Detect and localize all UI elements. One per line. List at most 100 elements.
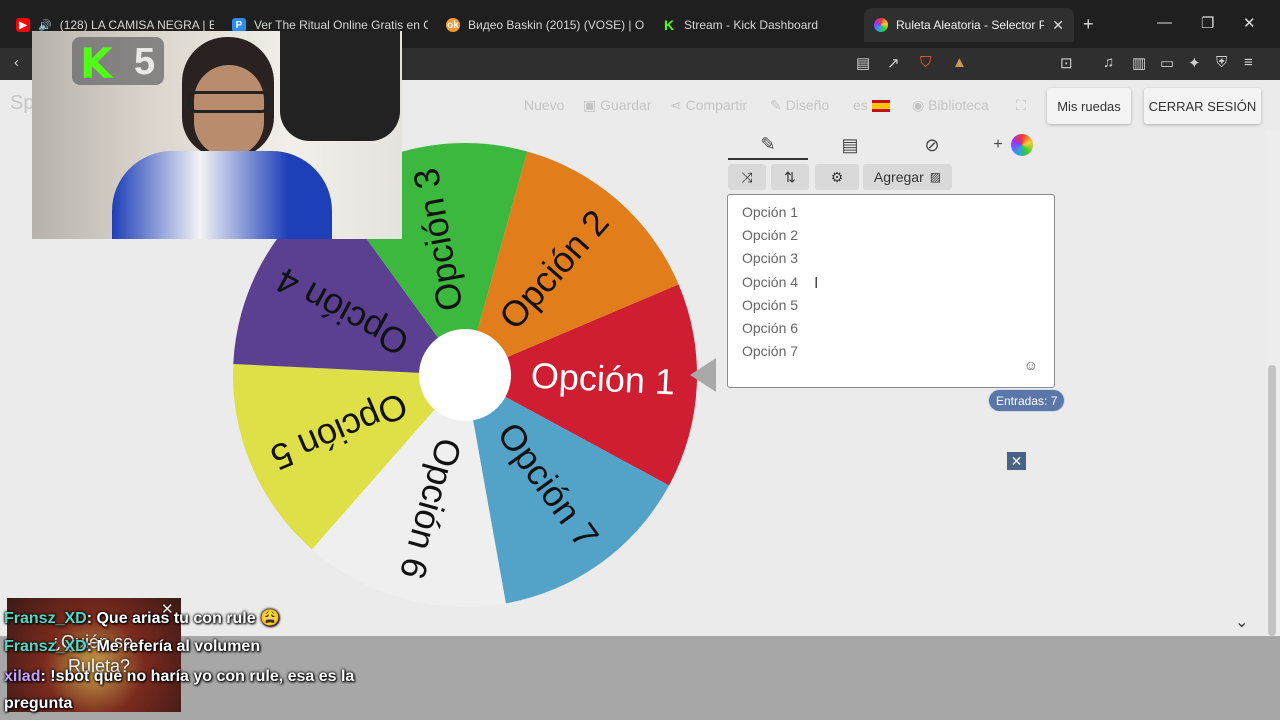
tab-label: Видео Baskin (2015) (VOSE) | OK.R: [468, 18, 644, 32]
chat-username[interactable]: xilad: [4, 668, 40, 685]
minimize-button[interactable]: —: [1157, 14, 1172, 31]
entry-line: Opción 4: [742, 274, 799, 290]
sort-button[interactable]: ⇅: [771, 164, 809, 190]
wheel-segment-label: Opción 1: [530, 355, 676, 403]
logout-button[interactable]: CERRAR SESIÓN: [1144, 88, 1261, 124]
chevron-down-icon[interactable]: ⌄: [1235, 612, 1248, 632]
close-tab-icon[interactable]: ✕: [1052, 17, 1064, 34]
clipboard-icon: ▤: [841, 134, 859, 155]
site-logo[interactable]: Sp: [10, 92, 34, 115]
webcam-overlay: K 5: [32, 31, 402, 239]
entries-textarea[interactable]: Opción 1 Opción 2 Opción 3 Opción 4 Opci…: [727, 194, 1055, 388]
close-window-button[interactable]: ✕: [1243, 14, 1256, 32]
brave-shield-icon[interactable]: ⛉: [920, 54, 931, 71]
rewards-icon[interactable]: ▲: [952, 54, 967, 71]
chat-message: pregunta: [4, 695, 72, 713]
chat-username[interactable]: Fransz_XD: [4, 610, 87, 627]
text-cursor-icon: I: [814, 275, 819, 292]
entry-line: Opción 5: [742, 297, 799, 313]
spain-flag-icon: [871, 100, 890, 113]
music-icon[interactable]: ♫: [1103, 54, 1114, 71]
plus-icon: +: [993, 136, 1003, 153]
scrollbar-thumb[interactable]: [1268, 365, 1276, 636]
tab-hidden[interactable]: ⊘: [892, 130, 972, 160]
add-label: Agregar: [873, 169, 924, 185]
gear-icon: ⚙: [830, 168, 844, 185]
vpn-icon[interactable]: ⛨: [1216, 54, 1227, 71]
kick-logo-icon: K: [80, 39, 113, 88]
tab-label: Stream - Kick Dashboard: [684, 18, 819, 32]
wheel-pointer: [690, 358, 716, 392]
ai-sparkle-icon[interactable]: ✦: [1188, 54, 1201, 72]
add-wheel-tab[interactable]: +: [978, 130, 1048, 160]
entries-count-badge: Entradas: 7: [989, 390, 1065, 411]
tab-label: (128) LA CAMISA NEGRA | BOC: [59, 18, 214, 32]
sort-icon: ⇅: [784, 168, 796, 185]
browser-tab[interactable]: ok Видео Baskin (2015) (VOSE) | OK.R: [436, 8, 644, 42]
screenshot-icon[interactable]: ⊡: [1060, 54, 1073, 72]
chat-text: : Me refería al volumen: [86, 638, 261, 655]
chat-text: : !sbot que no haría yo con rule, esa es…: [40, 668, 355, 685]
new-menu-item[interactable]: Nuevo: [524, 97, 564, 113]
settings-button[interactable]: ⚙: [815, 164, 859, 190]
save-icon: ▣: [583, 97, 597, 113]
color-wheel-icon: [1010, 134, 1033, 156]
entry-line: Opción 7: [742, 343, 799, 359]
add-image-button[interactable]: Agregar ▨: [863, 164, 952, 190]
back-icon[interactable]: ‹: [14, 54, 19, 71]
webcam-person-glasses: [188, 91, 270, 113]
chat-text: : Que arias tu con rule 😩: [86, 610, 280, 627]
speaker-icon: 🔊: [38, 19, 52, 32]
entry-line: Opción 3: [742, 250, 799, 266]
library-menu-item[interactable]: ◉ Biblioteca: [912, 97, 989, 114]
p-icon: P: [232, 18, 246, 32]
wheel-hub[interactable]: [419, 329, 511, 421]
browser-tab[interactable]: K Stream - Kick Dashboard: [652, 8, 858, 42]
youtube-icon: ▶: [16, 18, 30, 32]
brush-icon: ✎: [770, 97, 782, 113]
save-menu-item[interactable]: ▣ Guardar: [583, 97, 651, 114]
ok-icon: ok: [446, 18, 460, 32]
share-page-icon[interactable]: ↗: [887, 54, 900, 72]
shuffle-icon: ⤨: [741, 168, 753, 185]
share-menu-item[interactable]: ⋖ Compartir: [670, 97, 747, 114]
design-menu-item[interactable]: ✎ Diseño: [770, 97, 829, 114]
image-icon: ▨: [929, 170, 942, 184]
tab-edit[interactable]: ✎: [728, 130, 808, 160]
entry-line: Opción 1: [742, 204, 799, 220]
menu-icon[interactable]: ≡: [1244, 54, 1253, 71]
tab-results[interactable]: ▤: [810, 130, 890, 160]
kick-icon: K: [662, 17, 676, 33]
language-menu-item[interactable]: es: [853, 97, 890, 113]
restore-button[interactable]: ❐: [1201, 14, 1214, 32]
tab-label: Ver The Ritual Online Gratis en Ca: [254, 18, 428, 32]
chat-text: pregunta: [4, 695, 73, 712]
chat-message: xilad: !sbot que no haría yo con rule, e…: [4, 668, 354, 686]
kick-badge-number: 5: [134, 41, 156, 83]
chat-message: Fransz_XD: Me refería al volumen: [4, 638, 260, 656]
browser-tab-active[interactable]: Ruleta Aleatoria - Selector Pe ✕: [864, 8, 1074, 42]
reader-icon[interactable]: ▤: [856, 54, 870, 72]
kick-badge: K 5: [72, 37, 164, 88]
eye-slash-icon: ⊘: [924, 134, 940, 155]
entry-line: Opción 2: [742, 227, 799, 243]
chat-message: Fransz_XD: Que arias tu con rule 😩: [4, 608, 280, 628]
globe-icon: ◉: [912, 97, 925, 113]
sidebar-icon[interactable]: ▥: [1132, 54, 1146, 72]
new-tab-button[interactable]: +: [1083, 14, 1094, 35]
tab-label: Ruleta Aleatoria - Selector Pe: [896, 18, 1045, 32]
webcam-person-shirt: [112, 151, 332, 239]
fullscreen-icon[interactable]: ⛶: [1016, 97, 1026, 114]
my-wheels-button[interactable]: Mis ruedas: [1047, 88, 1131, 124]
shuffle-button[interactable]: ⤨: [728, 164, 766, 190]
share-icon: ⋖: [670, 97, 682, 113]
close-icon: ✕: [1010, 452, 1023, 469]
emoji-icon[interactable]: ☺: [1024, 357, 1038, 373]
wheel-icon: [874, 18, 888, 32]
close-ad-button[interactable]: ✕: [1007, 452, 1026, 470]
chat-username[interactable]: Fransz_XD: [4, 638, 87, 655]
wallet-icon[interactable]: ▭: [1160, 54, 1174, 72]
editor-tabs: ✎ ▤ ⊘ +: [728, 130, 1054, 160]
entry-line: Opción 6: [742, 320, 799, 336]
webcam-hanging-jacket: [280, 31, 400, 141]
